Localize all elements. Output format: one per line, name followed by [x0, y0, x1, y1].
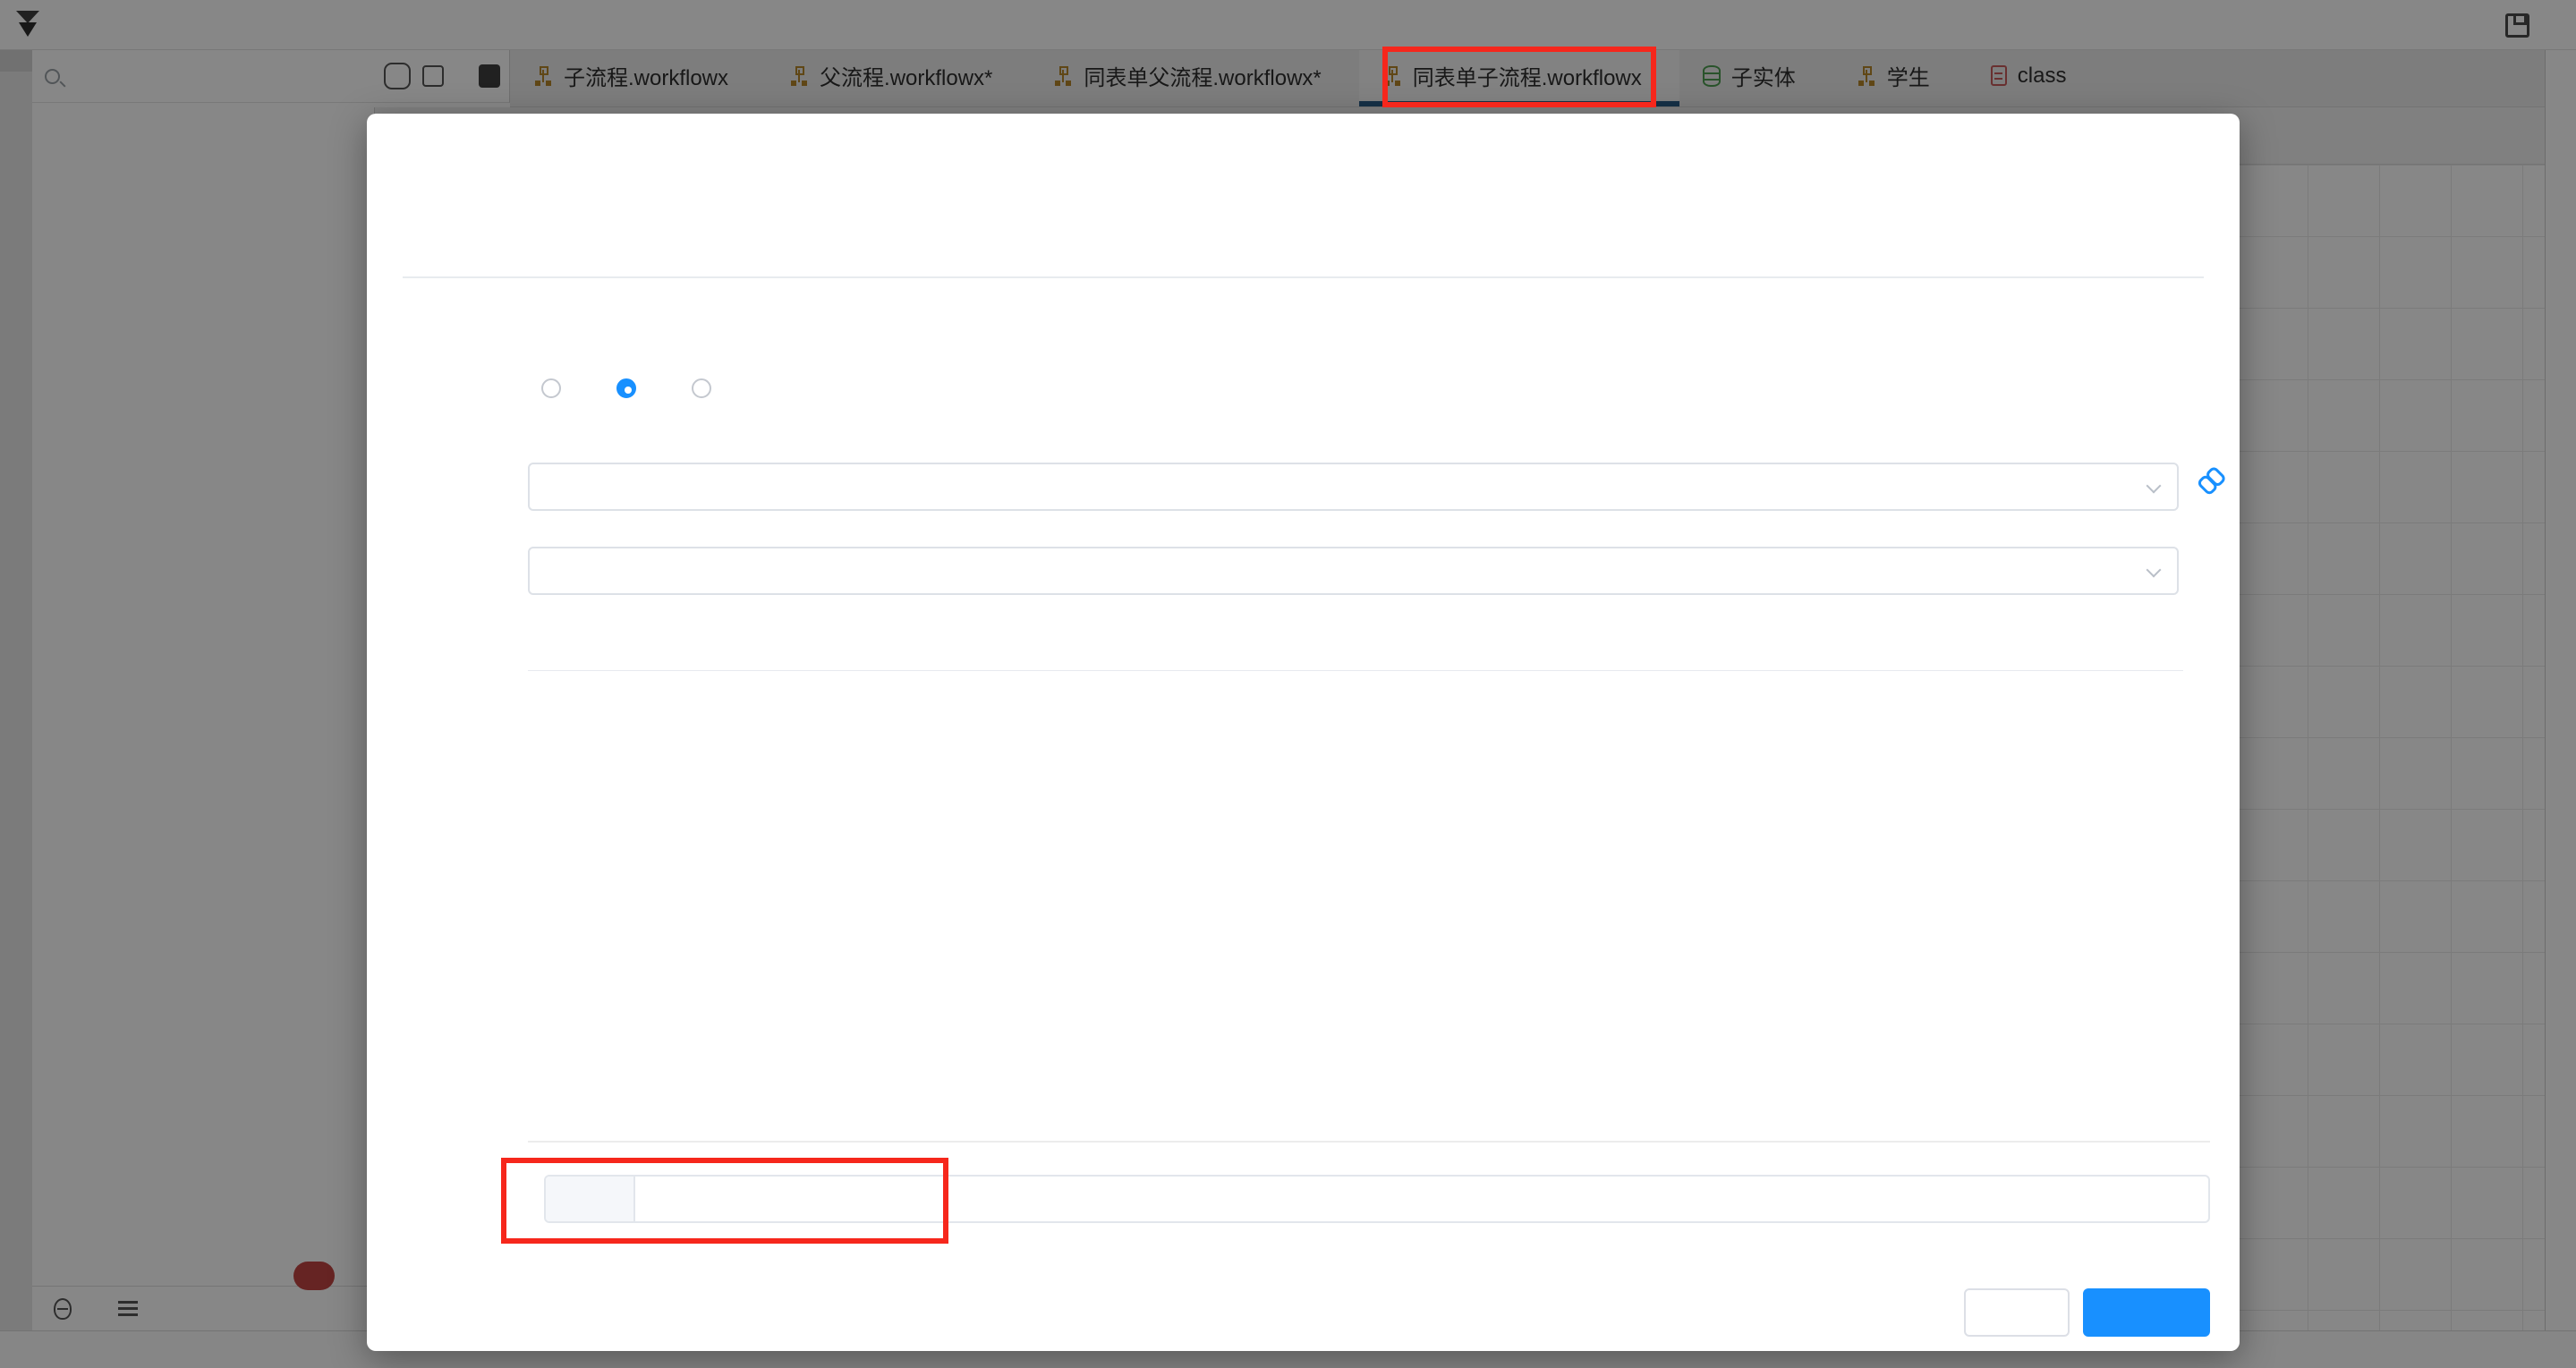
section-divider — [528, 1141, 2210, 1143]
radio-form-dot-icon — [616, 378, 636, 398]
chevron-down-icon — [2146, 562, 2162, 578]
annotation-rect-param — [501, 1158, 948, 1244]
radio-none[interactable] — [541, 378, 574, 398]
radio-form[interactable] — [616, 378, 649, 398]
radio-url[interactable] — [692, 378, 724, 398]
annotation-rect-active-tab — [1382, 47, 1656, 107]
open-form-link-icon[interactable] — [2188, 458, 2233, 504]
fields-table-header — [528, 619, 2183, 671]
fields-table — [528, 619, 2183, 671]
dialog-tab-bar — [403, 276, 2204, 278]
ok-button[interactable] — [2083, 1288, 2210, 1337]
form-radio-group — [541, 378, 724, 398]
online-form-select[interactable] — [528, 463, 2179, 511]
radio-url-dot-icon — [692, 378, 711, 398]
chevron-down-icon — [2146, 478, 2162, 494]
status-select[interactable] — [528, 547, 2179, 595]
cancel-button[interactable] — [1964, 1288, 2070, 1337]
app-window: 子流程.workflowx 父流程.workflowx* 同表单父流程.work… — [0, 0, 2576, 1368]
radio-none-dot-icon — [541, 378, 561, 398]
